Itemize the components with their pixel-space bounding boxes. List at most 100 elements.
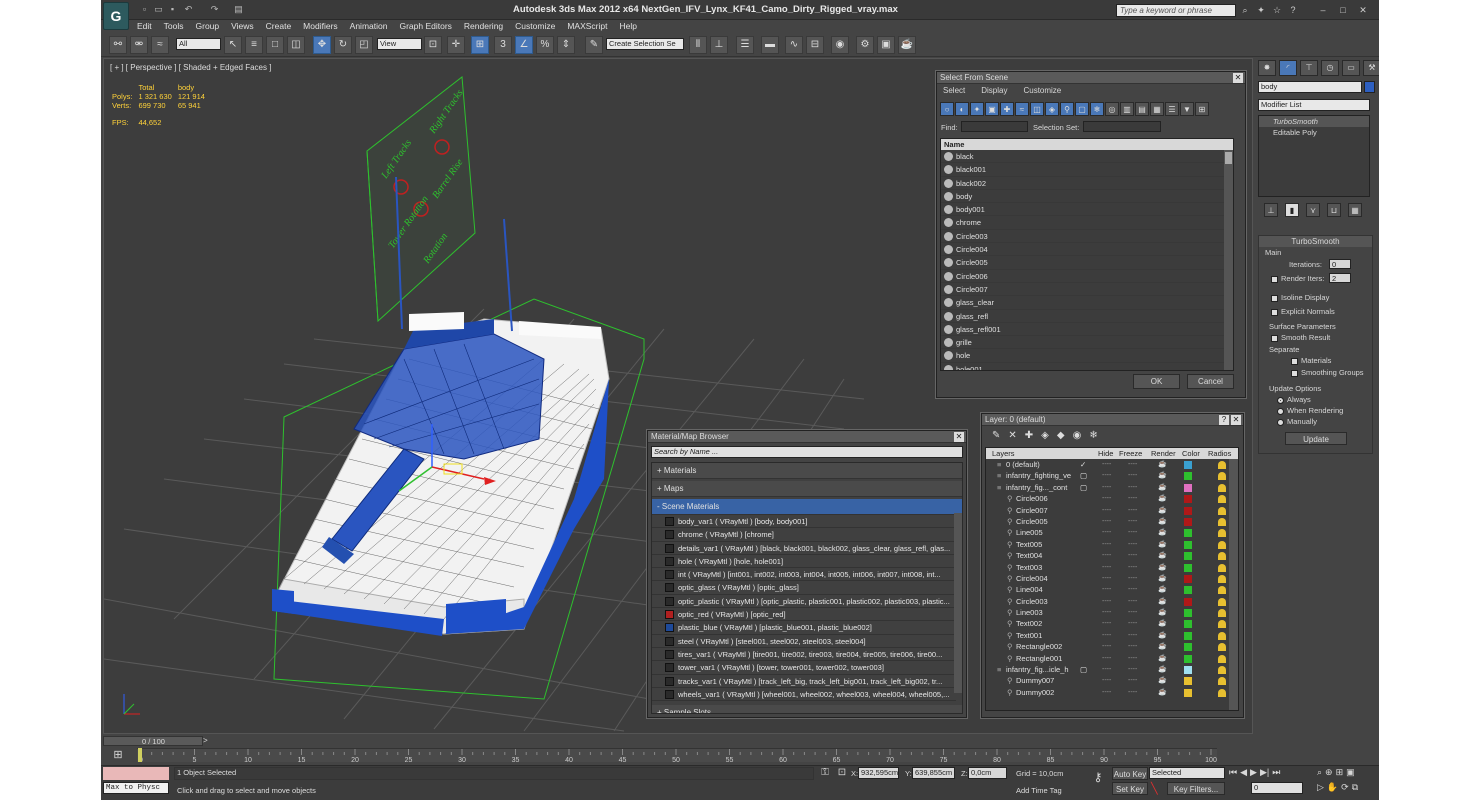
- show-end-result-icon[interactable]: ▮: [1285, 203, 1299, 217]
- layer-color-swatch[interactable]: [1184, 586, 1192, 595]
- freeze-toggle[interactable]: ----: [1128, 573, 1137, 584]
- undo-icon[interactable]: ↶: [183, 4, 194, 15]
- current-layer-box-icon[interactable]: ▢: [1080, 664, 1087, 675]
- set-keys-icon[interactable]: ╲: [1151, 782, 1165, 795]
- always-row[interactable]: Always: [1277, 395, 1311, 404]
- isoline-checkbox[interactable]: [1271, 294, 1278, 302]
- freeze-toggle[interactable]: ----: [1128, 527, 1137, 538]
- time-slider[interactable]: 0 / 100: [103, 736, 203, 746]
- layer-scrollbar[interactable]: [1229, 459, 1238, 710]
- new-file-icon[interactable]: ▫: [139, 4, 150, 15]
- freeze-toggle[interactable]: ----: [1128, 641, 1137, 652]
- time-cursor[interactable]: [138, 748, 142, 762]
- edit-named-selection-icon[interactable]: ✎: [585, 36, 603, 54]
- material-item[interactable]: optic_plastic ( VRayMtl ) [optic_plastic…: [652, 595, 956, 609]
- col-radiosity[interactable]: Radios: [1208, 448, 1231, 459]
- render-teapot-icon[interactable]: ☕: [1158, 653, 1167, 664]
- layer-row[interactable]: ⚲ Circle006 ---- ---- ☕: [986, 493, 1238, 504]
- set-key-button[interactable]: Set Key: [1112, 782, 1148, 795]
- section-sample-slots[interactable]: + Sample Slots: [652, 705, 962, 713]
- radiosity-icon[interactable]: [1218, 552, 1226, 561]
- save-file-icon[interactable]: ▪: [167, 4, 178, 15]
- select-and-move-icon[interactable]: ✥: [313, 36, 331, 54]
- align-icon[interactable]: ⊥: [710, 36, 728, 54]
- explicit-normals-checkbox[interactable]: [1271, 308, 1278, 316]
- freeze-toggle[interactable]: ----: [1128, 482, 1137, 493]
- freeze-toggle[interactable]: ----: [1128, 562, 1137, 573]
- hierarchy-icon[interactable]: ⊞: [1195, 102, 1209, 116]
- scene-object-item[interactable]: Circle003: [941, 230, 1233, 244]
- scene-object-item[interactable]: black002: [941, 177, 1233, 190]
- layer-row[interactable]: ⚲ Circle007 ---- ---- ☕: [986, 505, 1238, 516]
- subscription-icon[interactable]: ✦: [1255, 4, 1267, 16]
- hide-all-icon[interactable]: ◉: [1073, 430, 1082, 441]
- radiosity-icon[interactable]: [1218, 461, 1226, 469]
- layer-color-swatch[interactable]: [1184, 529, 1192, 538]
- key-filters-button[interactable]: Key Filters...: [1167, 782, 1225, 795]
- materials-row[interactable]: Materials: [1291, 356, 1331, 365]
- modify-tab-icon[interactable]: ◜: [1279, 60, 1297, 76]
- layer-row[interactable]: ≡ infantry_fig...icle_h ▢ ---- ---- ☕: [986, 664, 1238, 675]
- stack-item-turbosmooth[interactable]: TurboSmooth: [1259, 116, 1369, 127]
- layer-color-swatch[interactable]: [1184, 563, 1192, 572]
- highlight-layer-icon[interactable]: ◆: [1057, 430, 1065, 441]
- layer-row[interactable]: ⚲ Text005 ---- ---- ☕: [986, 539, 1238, 550]
- display-geometry-icon[interactable]: ○: [940, 102, 954, 116]
- layer-color-swatch[interactable]: [1184, 677, 1192, 686]
- bind-spacewarp-icon[interactable]: ≈: [151, 36, 169, 54]
- communication-icon[interactable]: ☆: [1271, 4, 1283, 16]
- display-none-icon[interactable]: ▤: [1135, 102, 1149, 116]
- scene-object-item[interactable]: Circle004: [941, 243, 1233, 257]
- scene-object-item[interactable]: Circle005: [941, 256, 1233, 270]
- layer-color-swatch[interactable]: [1184, 506, 1192, 515]
- radiosity-icon[interactable]: [1218, 529, 1226, 538]
- layer-color-swatch[interactable]: [1184, 620, 1192, 629]
- scene-object-item[interactable]: grille: [941, 336, 1233, 350]
- help-icon[interactable]: ?: [1287, 4, 1299, 16]
- render-teapot-icon[interactable]: ☕: [1158, 584, 1167, 595]
- freeze-toggle[interactable]: ----: [1128, 618, 1137, 629]
- render-teapot-icon[interactable]: ☕: [1158, 562, 1167, 573]
- display-all-icon[interactable]: ▥: [1120, 102, 1134, 116]
- modifier-stack[interactable]: TurboSmooth Editable Poly: [1258, 115, 1370, 197]
- scene-object-item[interactable]: chrome: [941, 216, 1233, 230]
- add-time-tag[interactable]: Add Time Tag: [1016, 786, 1062, 795]
- close-icon[interactable]: ✕: [1233, 73, 1243, 83]
- lock-selection-icon[interactable]: ⚿: [819, 767, 831, 779]
- freeze-toggle[interactable]: ----: [1128, 550, 1137, 561]
- zoom-icon[interactable]: ⌕: [1317, 767, 1322, 778]
- material-item[interactable]: steel ( VRayMtl ) [steel001, steel002, s…: [652, 635, 956, 648]
- hide-toggle[interactable]: ----: [1102, 516, 1111, 527]
- layer-color-swatch[interactable]: [1184, 631, 1192, 640]
- material-item[interactable]: tires_var1 ( VRayMtl ) [tire001, tire002…: [652, 648, 956, 662]
- hide-toggle[interactable]: ----: [1102, 573, 1111, 584]
- orbit-icon[interactable]: ⟳: [1341, 782, 1349, 793]
- spinner-snap-icon[interactable]: ⇕: [557, 36, 575, 54]
- manually-row[interactable]: Manually: [1277, 417, 1317, 426]
- render-teapot-icon[interactable]: ☕: [1158, 505, 1167, 516]
- col-hide[interactable]: Hide: [1098, 448, 1113, 459]
- utilities-tab-icon[interactable]: ⚒: [1363, 60, 1379, 76]
- display-groups-icon[interactable]: ◫: [1030, 102, 1044, 116]
- menu-group[interactable]: Group: [190, 20, 226, 32]
- display-tab-icon[interactable]: ▭: [1342, 60, 1360, 76]
- render-teapot-icon[interactable]: ☕: [1158, 527, 1167, 538]
- layer-row[interactable]: ⚲ Rectangle001 ---- ---- ☕: [986, 653, 1238, 664]
- key-selection-dropdown[interactable]: Selected: [1149, 767, 1225, 779]
- next-key-icon[interactable]: ▶|: [1260, 767, 1269, 778]
- radiosity-icon[interactable]: [1218, 586, 1226, 595]
- menu-create[interactable]: Create: [260, 20, 298, 32]
- material-item[interactable]: tower_var1 ( VRayMtl ) [tower, tower001,…: [652, 661, 956, 675]
- minimize-icon[interactable]: –: [1317, 4, 1329, 16]
- redo-icon[interactable]: ↷: [209, 4, 220, 15]
- freeze-toggle[interactable]: ----: [1128, 539, 1137, 550]
- material-editor-icon[interactable]: ◉: [831, 36, 849, 54]
- layer-color-swatch[interactable]: [1184, 495, 1192, 504]
- freeze-all-icon[interactable]: ❄: [1089, 430, 1097, 441]
- absolute-mode-icon[interactable]: ⊡: [836, 767, 848, 779]
- play-icon[interactable]: ▶: [1250, 767, 1257, 778]
- scene-object-item[interactable]: black: [941, 150, 1233, 164]
- hide-toggle[interactable]: ----: [1102, 618, 1111, 629]
- link-icon[interactable]: ⚯: [109, 36, 127, 54]
- radiosity-icon[interactable]: [1218, 597, 1226, 606]
